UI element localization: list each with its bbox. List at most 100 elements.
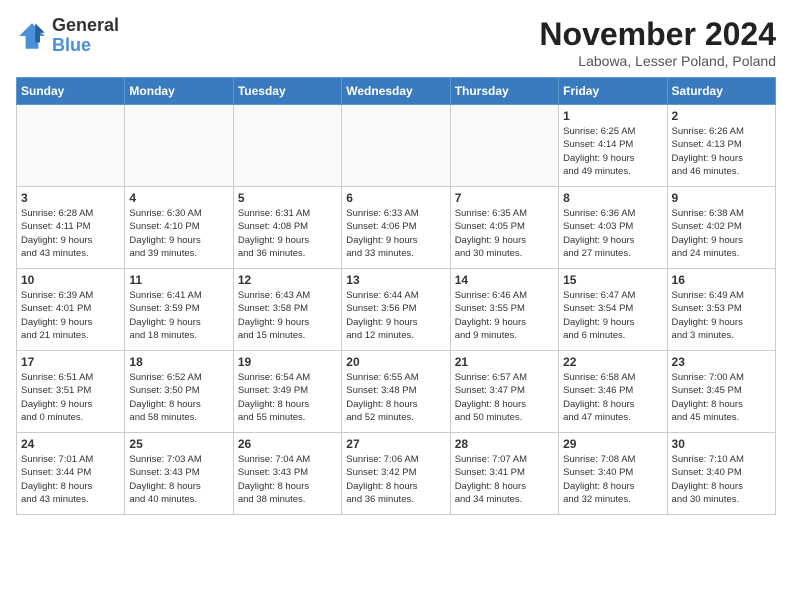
calendar-table: SundayMondayTuesdayWednesdayThursdayFrid… — [16, 77, 776, 515]
day-number: 15 — [563, 273, 662, 287]
day-info: Sunrise: 6:25 AMSunset: 4:14 PMDaylight:… — [563, 125, 662, 178]
day-number: 11 — [129, 273, 228, 287]
title-section: November 2024 Labowa, Lesser Poland, Pol… — [539, 16, 776, 69]
day-number: 24 — [21, 437, 120, 451]
calendar-week-1: 1Sunrise: 6:25 AMSunset: 4:14 PMDaylight… — [17, 105, 776, 187]
calendar-cell — [233, 105, 341, 187]
day-number: 9 — [672, 191, 771, 205]
day-info: Sunrise: 6:46 AMSunset: 3:55 PMDaylight:… — [455, 289, 554, 342]
day-info: Sunrise: 7:00 AMSunset: 3:45 PMDaylight:… — [672, 371, 771, 424]
calendar-cell: 25 Sunrise: 7:03 AMSunset: 3:43 PMDayligh… — [125, 433, 233, 515]
calendar-cell: 6Sunrise: 6:33 AMSunset: 4:06 PMDaylight… — [342, 187, 450, 269]
calendar-cell: 10 Sunrise: 6:39 AMSunset: 4:01 PMDayligh… — [17, 269, 125, 351]
weekday-header-wednesday: Wednesday — [342, 78, 450, 105]
day-number: 10 — [21, 273, 120, 287]
day-number: 2 — [672, 109, 771, 123]
calendar-cell: 13 Sunrise: 6:44 AMSunset: 3:56 PMDayligh… — [342, 269, 450, 351]
day-number: 3 — [21, 191, 120, 205]
day-info: Sunrise: 6:38 AMSunset: 4:02 PMDaylight:… — [672, 207, 771, 260]
calendar-cell: 5 Sunrise: 6:31 AMSunset: 4:08 PMDaylight… — [233, 187, 341, 269]
day-number: 8 — [563, 191, 662, 205]
calendar-cell: 8 Sunrise: 6:36 AMSunset: 4:03 PMDaylight… — [559, 187, 667, 269]
day-info: Sunrise: 6:58 AMSunset: 3:46 PMDaylight:… — [563, 371, 662, 424]
calendar-cell: 19Sunrise: 6:54 AMSunset: 3:49 PMDayligh… — [233, 351, 341, 433]
day-info: Sunrise: 6:44 AMSunset: 3:56 PMDaylight:… — [346, 289, 445, 342]
calendar-cell: 27 Sunrise: 7:06 AMSunset: 3:42 PMDayligh… — [342, 433, 450, 515]
day-number: 5 — [238, 191, 337, 205]
day-number: 23 — [672, 355, 771, 369]
calendar-cell: 22 Sunrise: 6:58 AMSunset: 3:46 PMDayligh… — [559, 351, 667, 433]
day-number: 20 — [346, 355, 445, 369]
day-number: 29 — [563, 437, 662, 451]
day-info: Sunrise: 7:06 AMSunset: 3:42 PMDaylight:… — [346, 453, 445, 506]
calendar-header-row: SundayMondayTuesdayWednesdayThursdayFrid… — [17, 78, 776, 105]
day-number: 22 — [563, 355, 662, 369]
day-number: 4 — [129, 191, 228, 205]
day-number: 14 — [455, 273, 554, 287]
day-info: Sunrise: 6:35 AMSunset: 4:05 PMDaylight:… — [455, 207, 554, 260]
calendar-cell — [450, 105, 558, 187]
calendar-cell: 23 Sunrise: 7:00 AMSunset: 3:45 PMDayligh… — [667, 351, 775, 433]
page-header: General Blue November 2024 Labowa, Lesse… — [16, 16, 776, 69]
calendar-cell: 16Sunrise: 6:49 AMSunset: 3:53 PMDayligh… — [667, 269, 775, 351]
day-info: Sunrise: 7:07 AMSunset: 3:41 PMDaylight:… — [455, 453, 554, 506]
calendar-cell: 11 Sunrise: 6:41 AMSunset: 3:59 PMDayligh… — [125, 269, 233, 351]
calendar-cell: 28 Sunrise: 7:07 AMSunset: 3:41 PMDayligh… — [450, 433, 558, 515]
day-info: Sunrise: 6:57 AMSunset: 3:47 PMDaylight:… — [455, 371, 554, 424]
day-number: 16 — [672, 273, 771, 287]
day-info: Sunrise: 6:28 AMSunset: 4:11 PMDaylight:… — [21, 207, 120, 260]
calendar-cell: 18 Sunrise: 6:52 AMSunset: 3:50 PMDayligh… — [125, 351, 233, 433]
weekday-header-monday: Monday — [125, 78, 233, 105]
day-info: Sunrise: 6:39 AMSunset: 4:01 PMDaylight:… — [21, 289, 120, 342]
calendar-week-2: 3 Sunrise: 6:28 AMSunset: 4:11 PMDaylight… — [17, 187, 776, 269]
calendar-cell: 7 Sunrise: 6:35 AMSunset: 4:05 PMDaylight… — [450, 187, 558, 269]
day-info: Sunrise: 6:55 AMSunset: 3:48 PMDaylight:… — [346, 371, 445, 424]
calendar-cell: 12 Sunrise: 6:43 AMSunset: 3:58 PMDayligh… — [233, 269, 341, 351]
day-info: Sunrise: 6:52 AMSunset: 3:50 PMDaylight:… — [129, 371, 228, 424]
day-info: Sunrise: 6:43 AMSunset: 3:58 PMDaylight:… — [238, 289, 337, 342]
calendar-body: 1Sunrise: 6:25 AMSunset: 4:14 PMDaylight… — [17, 105, 776, 515]
calendar-cell — [125, 105, 233, 187]
day-number: 12 — [238, 273, 337, 287]
logo: General Blue — [16, 16, 119, 56]
day-number: 17 — [21, 355, 120, 369]
day-info: Sunrise: 6:30 AMSunset: 4:10 PMDaylight:… — [129, 207, 228, 260]
calendar-week-4: 17 Sunrise: 6:51 AMSunset: 3:51 PMDayligh… — [17, 351, 776, 433]
calendar-cell: 9 Sunrise: 6:38 AMSunset: 4:02 PMDaylight… — [667, 187, 775, 269]
calendar-cell: 26 Sunrise: 7:04 AMSunset: 3:43 PMDayligh… — [233, 433, 341, 515]
logo-text: General Blue — [52, 16, 119, 56]
calendar-week-3: 10 Sunrise: 6:39 AMSunset: 4:01 PMDayligh… — [17, 269, 776, 351]
day-number: 18 — [129, 355, 228, 369]
day-number: 28 — [455, 437, 554, 451]
day-number: 6 — [346, 191, 445, 205]
day-info: Sunrise: 7:08 AMSunset: 3:40 PMDaylight:… — [563, 453, 662, 506]
calendar-cell: 21Sunrise: 6:57 AMSunset: 3:47 PMDayligh… — [450, 351, 558, 433]
day-info: Sunrise: 7:03 AMSunset: 3:43 PMDaylight:… — [129, 453, 228, 506]
calendar-week-5: 24Sunrise: 7:01 AMSunset: 3:44 PMDayligh… — [17, 433, 776, 515]
weekday-header-saturday: Saturday — [667, 78, 775, 105]
location: Labowa, Lesser Poland, Poland — [539, 53, 776, 69]
calendar-cell: 14 Sunrise: 6:46 AMSunset: 3:55 PMDayligh… — [450, 269, 558, 351]
day-info: Sunrise: 7:04 AMSunset: 3:43 PMDaylight:… — [238, 453, 337, 506]
day-info: Sunrise: 6:41 AMSunset: 3:59 PMDaylight:… — [129, 289, 228, 342]
day-number: 25 — [129, 437, 228, 451]
calendar-cell — [17, 105, 125, 187]
day-info: Sunrise: 6:31 AMSunset: 4:08 PMDaylight:… — [238, 207, 337, 260]
calendar-cell: 20 Sunrise: 6:55 AMSunset: 3:48 PMDayligh… — [342, 351, 450, 433]
day-number: 26 — [238, 437, 337, 451]
calendar-cell: 4 Sunrise: 6:30 AMSunset: 4:10 PMDaylight… — [125, 187, 233, 269]
day-number: 30 — [672, 437, 771, 451]
calendar-cell: 15Sunrise: 6:47 AMSunset: 3:54 PMDayligh… — [559, 269, 667, 351]
calendar-cell: 3 Sunrise: 6:28 AMSunset: 4:11 PMDaylight… — [17, 187, 125, 269]
calendar-cell: 24Sunrise: 7:01 AMSunset: 3:44 PMDayligh… — [17, 433, 125, 515]
calendar-cell — [342, 105, 450, 187]
day-number: 27 — [346, 437, 445, 451]
day-info: Sunrise: 6:54 AMSunset: 3:49 PMDaylight:… — [238, 371, 337, 424]
day-number: 13 — [346, 273, 445, 287]
calendar-cell: 1Sunrise: 6:25 AMSunset: 4:14 PMDaylight… — [559, 105, 667, 187]
day-info: Sunrise: 6:26 AMSunset: 4:13 PMDaylight:… — [672, 125, 771, 178]
day-number: 7 — [455, 191, 554, 205]
day-info: Sunrise: 6:51 AMSunset: 3:51 PMDaylight:… — [21, 371, 120, 424]
calendar-cell: 2 Sunrise: 6:26 AMSunset: 4:13 PMDaylight… — [667, 105, 775, 187]
day-info: Sunrise: 6:36 AMSunset: 4:03 PMDaylight:… — [563, 207, 662, 260]
